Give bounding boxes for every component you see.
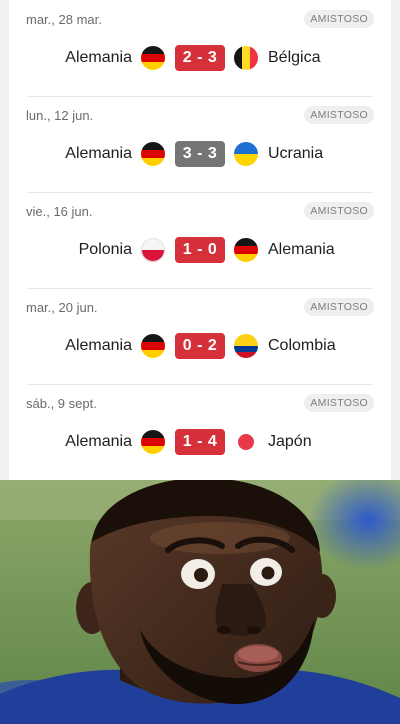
- scoreline: Alemania 1 - 4 Japón: [9, 429, 391, 455]
- poland-flag-icon: [141, 238, 165, 262]
- match-row[interactable]: lun., 12 jun. AMISTOSO Alemania 3 - 3 Uc…: [9, 96, 391, 192]
- away-team-name: Ucrania: [268, 145, 324, 162]
- match-date: mar., 20 jun.: [26, 300, 98, 315]
- home-team-name: Alemania: [65, 49, 132, 66]
- germany-flag-icon: [234, 238, 258, 262]
- japan-flag-icon: [234, 430, 258, 454]
- scoreline: Alemania 2 - 3 Bélgica: [9, 45, 391, 71]
- match-type-badge: AMISTOSO: [304, 202, 374, 220]
- match-date: vie., 16 jun.: [26, 204, 93, 219]
- away-team-name: Alemania: [268, 241, 335, 258]
- germany-flag-icon: [141, 430, 165, 454]
- score-badge: 2 - 3: [175, 45, 225, 71]
- score-badge: 0 - 2: [175, 333, 225, 359]
- belgium-flag-icon: [234, 46, 258, 70]
- home-team-name: Alemania: [65, 145, 132, 162]
- match-row[interactable]: mar., 20 jun. AMISTOSO Alemania 0 - 2 Co…: [9, 288, 391, 384]
- home-team-name: Alemania: [65, 433, 132, 450]
- home-team-name: Polonia: [78, 241, 132, 258]
- colombia-flag-icon: [234, 334, 258, 358]
- score-badge: 3 - 3: [175, 141, 225, 167]
- match-type-badge: AMISTOSO: [304, 298, 374, 316]
- match-results-card: mar., 28 mar. AMISTOSO Alemania 2 - 3 Bé…: [9, 0, 391, 480]
- scoreline: Alemania 3 - 3 Ucrania: [9, 141, 391, 167]
- germany-flag-icon: [141, 142, 165, 166]
- score-badge: 1 - 4: [175, 429, 225, 455]
- match-type-badge: AMISTOSO: [304, 106, 374, 124]
- match-date: lun., 12 jun.: [26, 108, 94, 123]
- match-type-badge: AMISTOSO: [304, 10, 374, 28]
- match-date: sáb., 9 sept.: [26, 396, 97, 411]
- away-team-name: Japón: [268, 433, 312, 450]
- scoreline: Polonia 1 - 0 Alemania: [9, 237, 391, 263]
- away-team-name: Colombia: [268, 337, 336, 354]
- germany-flag-icon: [141, 334, 165, 358]
- match-row[interactable]: vie., 16 jun. AMISTOSO Polonia 1 - 0 Ale…: [9, 192, 391, 288]
- germany-flag-icon: [141, 46, 165, 70]
- scoreline: Alemania 0 - 2 Colombia: [9, 333, 391, 359]
- away-team-name: Bélgica: [268, 49, 321, 66]
- ukraine-flag-icon: [234, 142, 258, 166]
- match-row[interactable]: mar., 28 mar. AMISTOSO Alemania 2 - 3 Bé…: [9, 0, 391, 96]
- match-date: mar., 28 mar.: [26, 12, 102, 27]
- home-team-name: Alemania: [65, 337, 132, 354]
- score-badge: 1 - 0: [175, 237, 225, 263]
- match-row[interactable]: sáb., 9 sept. AMISTOSO Alemania 1 - 4 Ja…: [9, 384, 391, 480]
- reaction-photo: [0, 480, 400, 724]
- match-type-badge: AMISTOSO: [304, 394, 374, 412]
